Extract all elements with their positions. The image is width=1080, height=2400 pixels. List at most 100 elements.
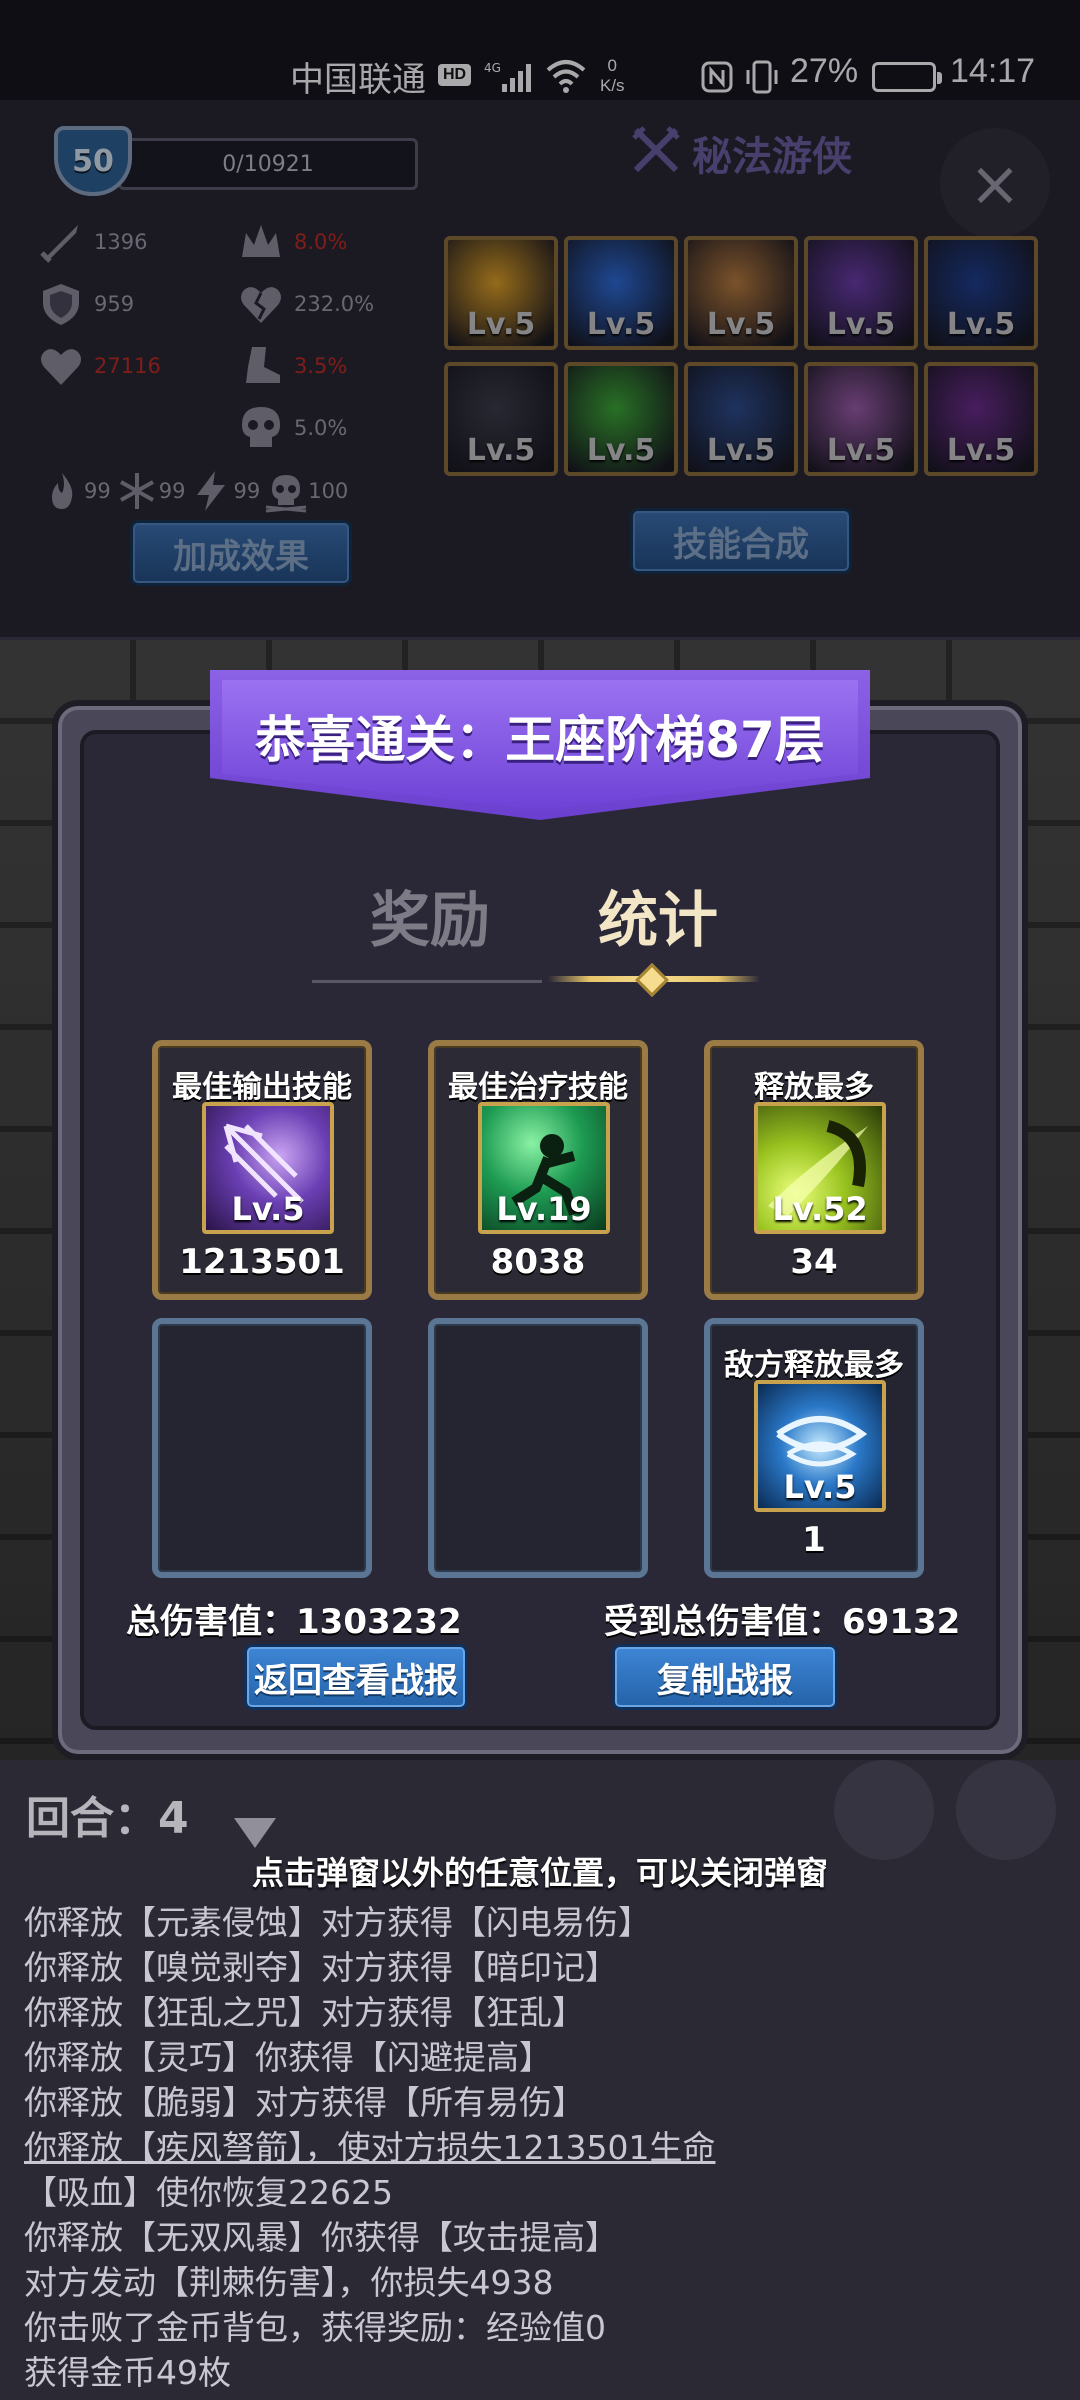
total-damage: 总伤害值：1303232 — [126, 1602, 462, 1642]
health-value: 27116 — [94, 354, 161, 378]
hd-badge: HD — [438, 64, 472, 86]
fire-icon — [52, 473, 73, 509]
ice-value: 99 — [158, 479, 186, 503]
log-line: 你释放【狂乱之咒】对方获得【狂乱】 — [24, 1993, 585, 2032]
card-value: 1213501 — [179, 1242, 345, 1282]
skill-slot[interactable]: Lv.5 — [684, 236, 798, 350]
skill-level: Lv.5 — [706, 433, 776, 468]
skill-slot[interactable]: Lv.5 — [444, 362, 558, 476]
log-line: 你释放【无双风暴】你获得【攻击提高】 — [24, 2218, 618, 2257]
wifi-icon — [546, 60, 586, 93]
modal-title: 恭喜通关：王座阶梯87层 — [255, 711, 825, 769]
round-counter: 回合：4 — [26, 1793, 189, 1844]
empty-card-slot — [428, 1318, 648, 1578]
crit-value: 8.0% — [294, 230, 348, 254]
speed-button[interactable] — [956, 1760, 1056, 1860]
carrier-label: 中国联通 — [290, 61, 426, 99]
heart-icon — [41, 349, 81, 385]
skill-slot[interactable]: Lv.5 — [684, 362, 798, 476]
log-line: 你释放【疾风弩箭】，使对方损失1213501生命 — [24, 2128, 716, 2167]
skill-slot[interactable]: Lv.5 — [804, 362, 918, 476]
skill-combine-button[interactable]: 技能合成 — [630, 508, 852, 574]
skill-level: Lv.5 — [586, 433, 656, 468]
status-bar: 中国联通 HD 4G 0 K/s 27% 14:17 — [0, 0, 1080, 100]
log-line: 你释放【灵巧】你获得【闪避提高】 — [24, 2038, 552, 2077]
battery-percent: 27% — [790, 52, 859, 90]
nfc-icon — [701, 61, 733, 93]
sword-icon — [40, 225, 78, 263]
card-title: 释放最多 — [754, 1070, 874, 1105]
dodge-value: 3.5% — [294, 354, 348, 378]
copy-report-button[interactable]: 复制战报 — [612, 1644, 838, 1710]
clock: 14:17 — [950, 52, 1036, 90]
skill-level: Lv.5 — [946, 307, 1016, 342]
log-line: 【吸血】使你恢复22625 — [24, 2173, 393, 2212]
signal-icon: 4G — [484, 61, 531, 92]
skill-slot[interactable]: Lv.5 — [444, 236, 558, 350]
best-damage-card[interactable]: 最佳输出技能 Lv.5 1213501 — [152, 1040, 372, 1300]
crit-stat: 8.0% — [236, 222, 347, 262]
card-title: 敌方释放最多 — [724, 1348, 904, 1383]
poison-skull-icon — [266, 475, 307, 513]
total-damage-taken: 受到总伤害值：69132 — [604, 1602, 961, 1642]
exp-bar: 0/10921 — [118, 138, 418, 190]
log-line: 对方发动【荆棘伤害】，你损失4938 — [24, 2263, 554, 2302]
tab-divider — [312, 980, 542, 983]
skull-icon — [242, 407, 280, 447]
skill-slot[interactable]: Lv.5 — [564, 362, 678, 476]
view-report-button[interactable]: 返回查看战报 — [244, 1644, 468, 1710]
skill-slot[interactable]: Lv.5 — [924, 362, 1038, 476]
best-heal-card[interactable]: 最佳治疗技能 Lv.19 8038 — [428, 1040, 648, 1300]
empty-card-slot — [152, 1318, 372, 1578]
broken-heart-icon — [241, 287, 281, 323]
bonus-effects-button[interactable]: 加成效果 — [130, 520, 352, 586]
close-button[interactable]: × — [940, 128, 1050, 238]
skill-icon: Lv.5 — [202, 1102, 334, 1234]
tab-stats[interactable]: 统计 — [598, 872, 718, 959]
vibrate-icon — [746, 60, 778, 94]
attack-stat: 1396 — [36, 222, 148, 263]
crown-icon — [242, 225, 280, 257]
skill-icon: Lv.52 — [754, 1102, 886, 1234]
lightning-value: 99 — [233, 479, 261, 503]
log-line: 你释放【脆弱】对方获得【所有易伤】 — [24, 2083, 585, 2122]
card-title: 最佳治疗技能 — [448, 1070, 628, 1105]
shield-icon — [43, 284, 79, 325]
tab-rewards[interactable]: 奖励 — [370, 872, 490, 959]
attack-value: 1396 — [94, 230, 148, 254]
enemy-most-cast-card[interactable]: 敌方释放最多 Lv.5 1 — [704, 1318, 924, 1578]
crossed-swords-icon — [632, 126, 680, 173]
most-cast-card[interactable]: 释放最多 Lv.52 34 — [704, 1040, 924, 1300]
skill-slot[interactable]: Lv.5 — [804, 236, 918, 350]
skill-level: Lv.5 — [946, 433, 1016, 468]
skill-level: Lv.5 — [706, 307, 776, 342]
log-line: 你击败了金币背包，获得奖励：经验值0 — [24, 2308, 606, 2347]
pierce-stat: 5.0% — [236, 407, 347, 448]
replay-button[interactable] — [834, 1760, 934, 1860]
network-label: 4G — [484, 61, 501, 75]
battery-icon — [872, 62, 942, 92]
log-line: 你释放【嗅觉剥夺】对方获得【暗印记】 — [24, 1948, 618, 1987]
skill-slot[interactable]: Lv.5 — [564, 236, 678, 350]
snowflake-icon — [119, 473, 154, 509]
skill-icon: Lv.5 — [754, 1380, 886, 1512]
skill-slot[interactable]: Lv.5 — [924, 236, 1038, 350]
element-resistances: 99 99 99 100 — [40, 468, 440, 514]
card-value: 8038 — [490, 1242, 586, 1282]
dropdown-arrow-icon[interactable] — [230, 1812, 280, 1852]
lightning-icon — [197, 471, 226, 511]
skill-icon: Lv.19 — [478, 1102, 610, 1234]
crit-damage-stat: 232.0% — [236, 284, 374, 324]
class-name: 秘法游侠 — [692, 134, 852, 180]
health-stat: 27116 — [36, 346, 161, 386]
boot-icon — [246, 347, 280, 383]
skill-level: Lv.5 — [231, 1190, 305, 1228]
dodge-stat: 3.5% — [236, 346, 347, 386]
card-value: 1 — [802, 1520, 826, 1560]
skill-level: Lv.5 — [466, 433, 536, 468]
fire-value: 99 — [84, 479, 111, 503]
skill-level: Lv.5 — [783, 1468, 857, 1506]
skill-level: Lv.5 — [826, 307, 896, 342]
skill-level: Lv.52 — [772, 1190, 868, 1228]
skill-level: Lv.5 — [826, 433, 896, 468]
